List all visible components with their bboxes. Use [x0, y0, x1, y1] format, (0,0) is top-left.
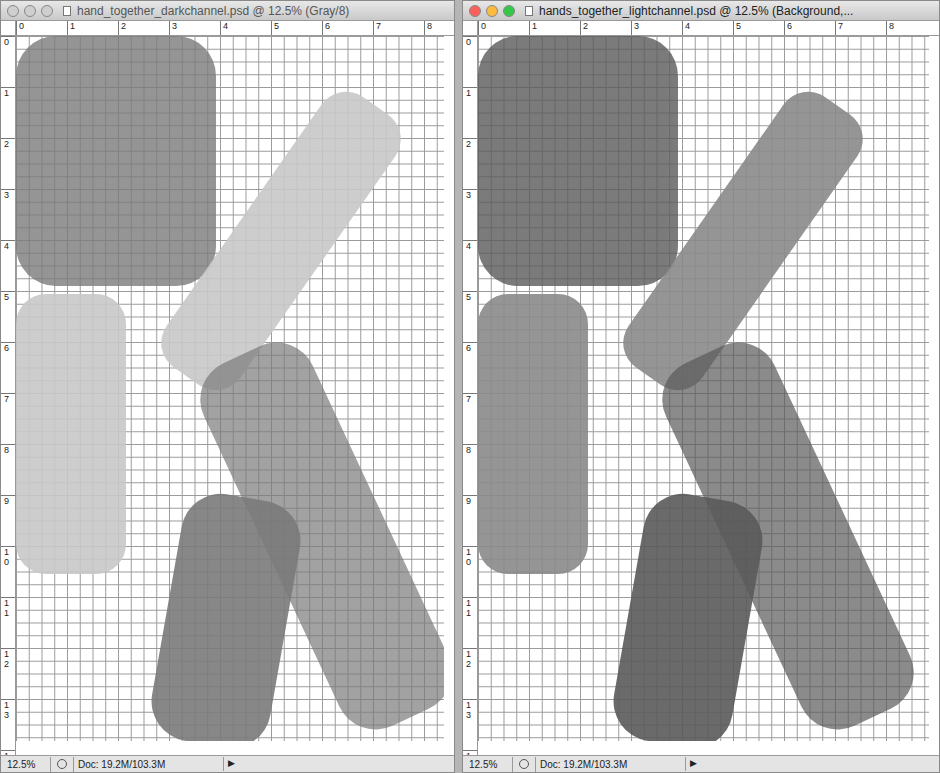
ruler-left: 01234567891011121314 [463, 36, 478, 755]
photo [478, 36, 678, 286]
title-bar[interactable]: hand_together_darkchannel.psd @ 12.5% (G… [1, 1, 454, 21]
document-window[interactable]: hands_together_lightchannel.psd @ 12.5% … [462, 0, 940, 773]
window-control-icon[interactable] [469, 5, 481, 17]
ruler-top: 012345678 [478, 21, 937, 35]
status-menu-button[interactable]: ▶ [223, 757, 239, 771]
status-bar: 12.5% Doc: 19.2M/103.3M▶ [463, 755, 939, 772]
photo [607, 487, 769, 741]
document-window[interactable]: hand_together_darkchannel.psd @ 12.5% (G… [0, 0, 455, 773]
window-title: hands_together_lightchannel.psd @ 12.5% … [539, 2, 853, 20]
canvas[interactable] [478, 36, 929, 741]
photo [145, 487, 307, 741]
ruler-left: 01234567891011121314 [1, 36, 16, 755]
doc-size: Doc: 19.2M/103.3M [73, 757, 223, 772]
photo [16, 294, 126, 574]
ruler-top: 012345678 [16, 21, 454, 35]
zoom-field[interactable]: 12.5% [463, 757, 513, 772]
title-bar[interactable]: hands_together_lightchannel.psd @ 12.5% … [463, 1, 939, 21]
window-control-icon[interactable] [7, 5, 19, 17]
window-control-icon[interactable] [41, 5, 53, 17]
status-bar: 12.5% Doc: 19.2M/103.3M▶ [1, 755, 454, 772]
window-control-icon[interactable] [486, 5, 498, 17]
document-icon [525, 6, 533, 16]
photo [478, 294, 588, 574]
status-menu-button[interactable]: ▶ [685, 757, 701, 771]
canvas[interactable] [16, 36, 444, 741]
zoom-field[interactable]: 12.5% [1, 757, 51, 772]
document-icon [63, 6, 71, 16]
photo [16, 36, 216, 286]
window-control-icon[interactable] [24, 5, 36, 17]
doc-size: Doc: 19.2M/103.3M [535, 757, 685, 772]
status-icon[interactable] [57, 759, 67, 769]
status-icon[interactable] [519, 759, 529, 769]
window-title: hand_together_darkchannel.psd @ 12.5% (G… [77, 2, 349, 20]
window-control-icon[interactable] [503, 5, 515, 17]
